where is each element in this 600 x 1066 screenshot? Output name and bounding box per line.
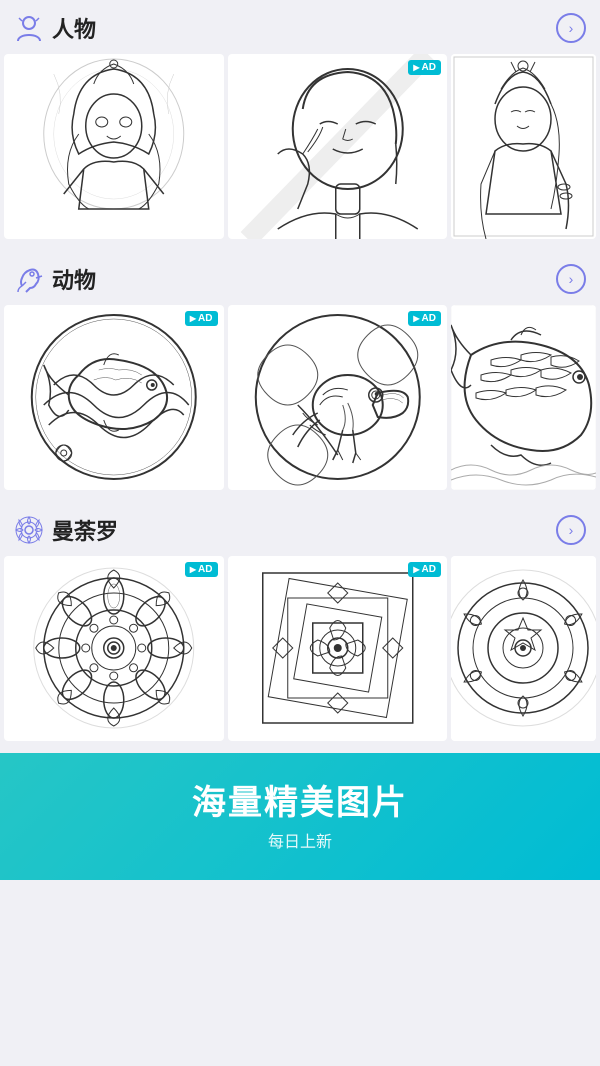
people-section-header: 人物 ›: [0, 0, 600, 54]
animals-more-button[interactable]: ›: [556, 264, 586, 294]
mandala-section: 曼荼罗 ›: [0, 502, 600, 745]
bottom-banner: 海量精美图片 每日上新: [0, 753, 600, 880]
banner-subtitle: 每日上新: [20, 828, 580, 852]
animals-image-3: [451, 305, 596, 490]
animals-image-1: [4, 305, 224, 490]
mandala-thumb-3[interactable]: [451, 556, 596, 741]
animal-icon: [14, 264, 44, 294]
animals-thumb-2[interactable]: AD: [228, 305, 448, 490]
animals-thumb-1[interactable]: AD: [4, 305, 224, 490]
people-image-3: [451, 54, 596, 239]
people-thumbnails-row: AD: [0, 54, 600, 243]
people-thumb-1[interactable]: [4, 54, 224, 239]
mandala-thumb-1[interactable]: AD: [4, 556, 224, 741]
mandala-thumb-2[interactable]: AD: [228, 556, 448, 741]
animals-section: 动物 ›: [0, 251, 600, 494]
animals-title-wrap: 动物: [14, 263, 96, 295]
people-thumb-2[interactable]: AD: [228, 54, 448, 239]
people-section: 人物 ›: [0, 0, 600, 243]
animals-section-title: 动物: [52, 263, 96, 295]
mandala-image-1: [4, 556, 224, 741]
mandala-title-wrap: 曼荼罗: [14, 514, 118, 546]
mandala-section-title: 曼荼罗: [52, 514, 118, 546]
animals-image-2: [228, 305, 448, 490]
animals-thumb-1-ad-badge: AD: [185, 311, 218, 326]
animals-section-header: 动物 ›: [0, 251, 600, 305]
mandala-image-2: [228, 556, 448, 741]
animals-thumb-2-ad-badge: AD: [408, 311, 441, 326]
person-icon: [14, 13, 44, 43]
animals-thumbnails-row: AD: [0, 305, 600, 494]
mandala-thumb-1-ad-badge: AD: [185, 562, 218, 577]
people-section-title: 人物: [52, 12, 96, 44]
mandala-section-header: 曼荼罗 ›: [0, 502, 600, 556]
mandala-more-button[interactable]: ›: [556, 515, 586, 545]
mandala-thumb-2-ad-badge: AD: [408, 562, 441, 577]
banner-title: 海量精美图片: [20, 775, 580, 824]
mandala-icon: [14, 515, 44, 545]
people-thumb-3[interactable]: [451, 54, 596, 239]
people-thumb-2-ad-badge: AD: [408, 60, 441, 75]
mandala-image-3: [451, 556, 596, 741]
people-more-button[interactable]: ›: [556, 13, 586, 43]
animals-thumb-3[interactable]: [451, 305, 596, 490]
people-image-2: [228, 54, 448, 239]
people-title-wrap: 人物: [14, 12, 96, 44]
people-image-1: [4, 54, 224, 239]
mandala-thumbnails-row: AD: [0, 556, 600, 745]
